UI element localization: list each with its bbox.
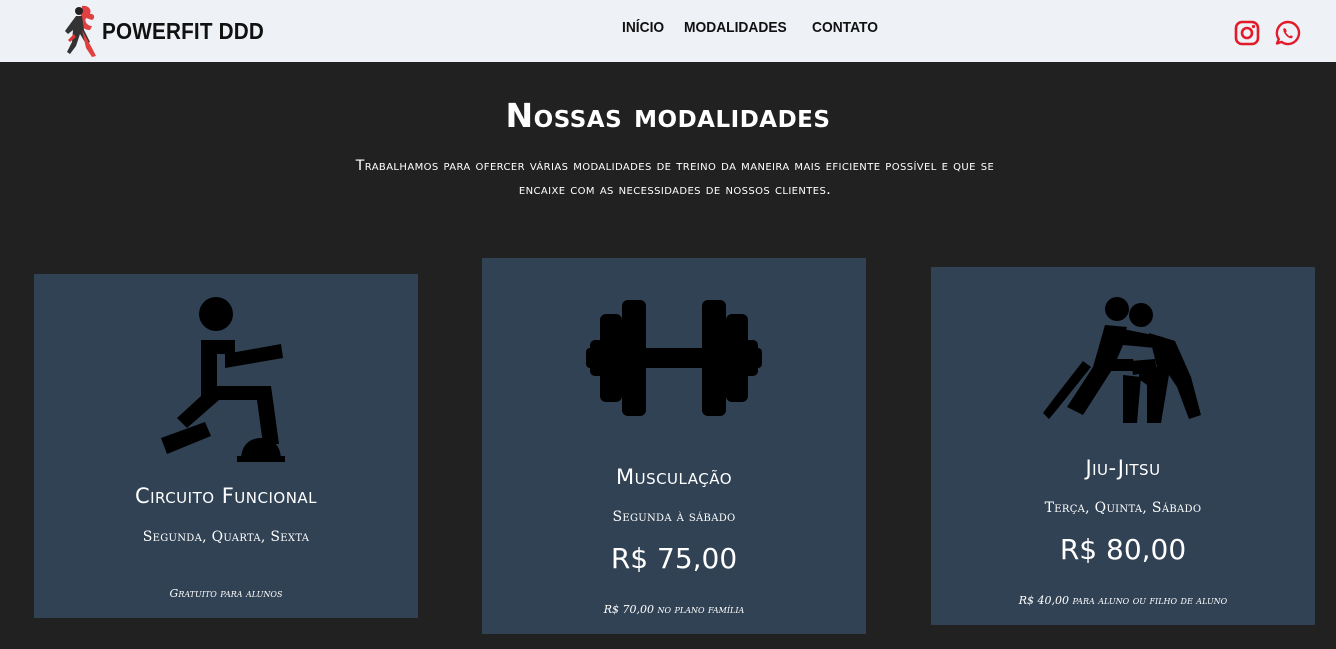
subtitle-line-2: encaixe com as necessidades de nossos cl… [518, 182, 832, 198]
card-days: Segunda, Quarta, Sexta [142, 529, 310, 545]
brand-name: POWERFIT DDD [102, 17, 264, 44]
card-price: R$ 80,00 [1059, 533, 1187, 566]
card-days: Terça, Quinta, Sábado [1044, 500, 1202, 516]
runner-logo-icon [65, 5, 96, 57]
dumbbell-icon [586, 300, 762, 416]
nav-menu: INÍCIO MODALIDADES CONTATO [622, 19, 883, 36]
card-note: Gratuito para alunos [169, 587, 283, 600]
card-title: Musculação [615, 465, 733, 489]
subtitle-line-1: Trabalhamos para ofercer várias modalida… [355, 158, 995, 174]
card-title: Circuito Funcional [134, 484, 318, 508]
card-title: Jiu-Jitsu [1085, 456, 1161, 480]
nav-link-modalidades[interactable]: MODALIDADES [684, 19, 787, 36]
card-note: R$ 40,00 para aluno ou filho de aluno [1018, 594, 1228, 607]
brand[interactable]: POWERFIT DDD [62, 4, 282, 58]
whatsapp-icon[interactable] [1275, 20, 1301, 46]
wrestling-icon [1043, 297, 1201, 423]
nav-link-contato[interactable]: CONTATO [812, 19, 878, 36]
card-jiu-jitsu: Jiu-Jitsu Terça, Quinta, Sábado R$ 80,00… [931, 267, 1315, 625]
card-musculacao: Musculação Segunda à sábado R$ 75,00 R$ … [482, 258, 866, 634]
section-title: Nossas modalidades [505, 96, 831, 135]
card-note: R$ 70,00 no plano família [603, 603, 745, 616]
card-price: R$ 75,00 [610, 542, 738, 575]
navbar: POWERFIT DDD INÍCIO MODALIDADES CONTATO [0, 0, 1336, 62]
lunge-exercise-icon [161, 297, 285, 462]
nav-link-inicio[interactable]: INÍCIO [622, 19, 664, 36]
card-days: Segunda à sábado [612, 509, 736, 525]
instagram-icon[interactable] [1234, 20, 1260, 46]
section-subtitle: Trabalhamos para ofercer várias modalida… [290, 154, 1060, 202]
card-circuito-funcional: Circuito Funcional Segunda, Quarta, Sext… [34, 274, 418, 618]
